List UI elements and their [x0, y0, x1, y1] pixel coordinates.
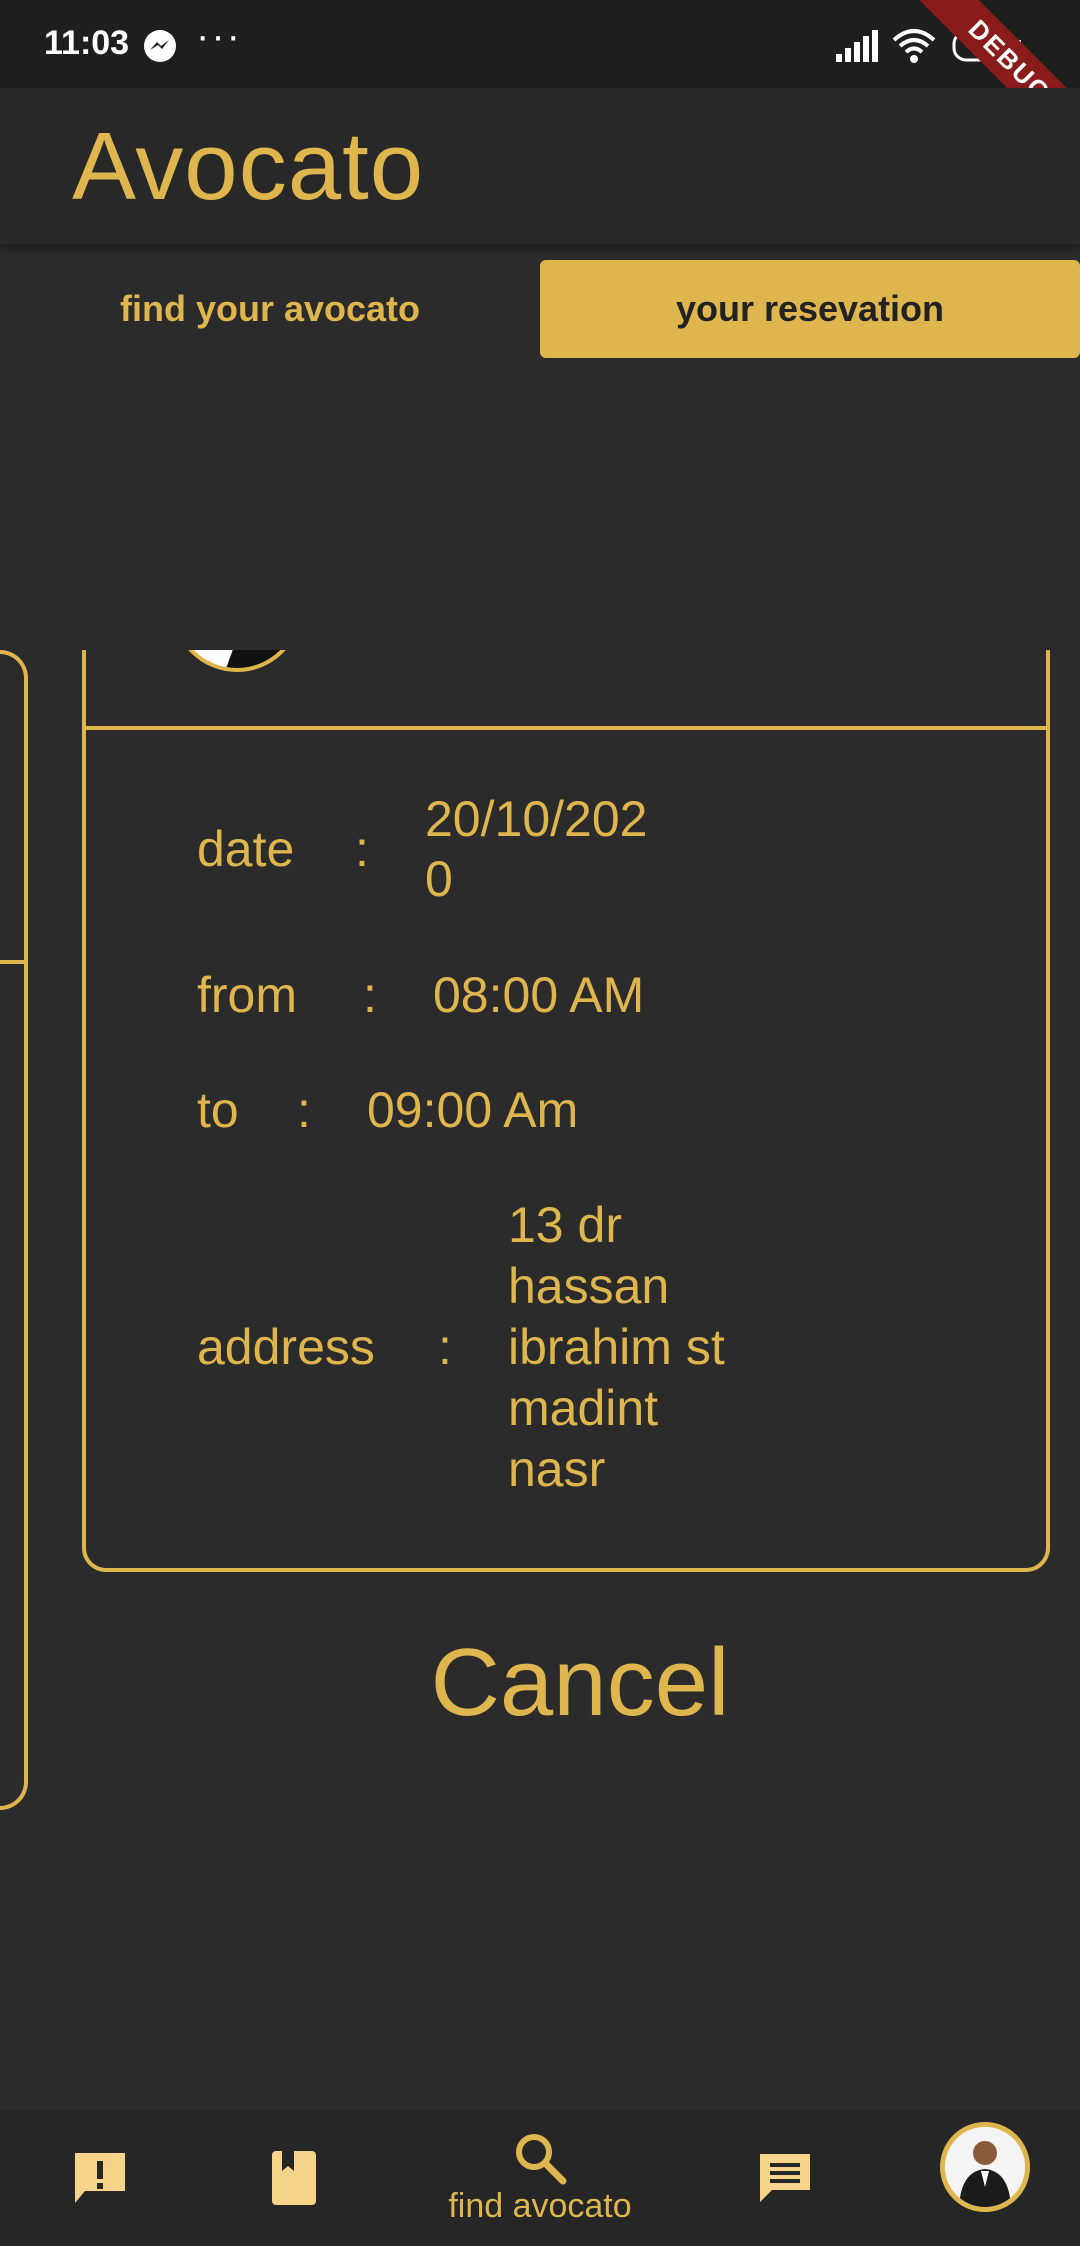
signal-icon — [836, 30, 878, 62]
to-colon: : — [297, 1082, 311, 1138]
to-label: to — [197, 1082, 239, 1138]
search-icon — [516, 2133, 567, 2184]
bookmark-book-icon — [272, 2151, 316, 2205]
app-bar: Avocato — [0, 88, 1080, 246]
app-title: Avocato — [72, 113, 425, 220]
address-label: address — [197, 1319, 375, 1375]
address-line: nasr — [508, 1441, 606, 1497]
status-time: 11:03 — [44, 24, 130, 62]
from-colon: : — [363, 967, 377, 1023]
chat-icon — [760, 2154, 810, 2202]
address-colon: : — [438, 1319, 452, 1375]
nav-find-avocato[interactable]: find avocato — [420, 2110, 660, 2246]
tab-find-your-avocato[interactable]: find your avocato — [0, 260, 540, 358]
address-line: 13 dr — [508, 1197, 622, 1253]
profile-avatar[interactable] — [940, 2122, 1030, 2212]
address-line: hassan — [508, 1258, 670, 1314]
nav-find-avocato-label: find avocato — [448, 2186, 632, 2225]
date-colon: : — [355, 821, 369, 877]
from-value: 08:00 AM — [433, 967, 645, 1023]
date-value-line2: 0 — [425, 851, 453, 907]
more-notifications-icon: ··· — [196, 14, 242, 58]
messenger-icon — [144, 30, 176, 62]
address-line: madint — [508, 1380, 659, 1436]
bottom-navigation: find avocato — [0, 2110, 1080, 2246]
cancel-button[interactable]: Cancel — [0, 1628, 1080, 1738]
from-label: from — [197, 967, 297, 1023]
tab-your-reservation[interactable]: your resevation — [540, 260, 1080, 358]
person-photo-icon — [945, 2127, 1025, 2207]
status-bar: 11:03 ··· 26 DEBUG — [0, 0, 1080, 168]
nav-report[interactable] — [60, 2110, 140, 2246]
report-icon — [75, 2153, 125, 2203]
to-value: 09:00 Am — [367, 1082, 579, 1138]
lawyer-avatar — [172, 650, 302, 672]
address-line: ibrahim st — [508, 1319, 725, 1375]
date-value-line1: 20/10/202 — [425, 791, 648, 847]
card-divider — [82, 726, 1050, 730]
date-label: date — [197, 821, 295, 877]
previous-card-divider — [0, 960, 24, 964]
nav-chat[interactable] — [745, 2110, 825, 2246]
nav-bookings[interactable] — [254, 2110, 334, 2246]
wifi-icon — [892, 29, 936, 63]
